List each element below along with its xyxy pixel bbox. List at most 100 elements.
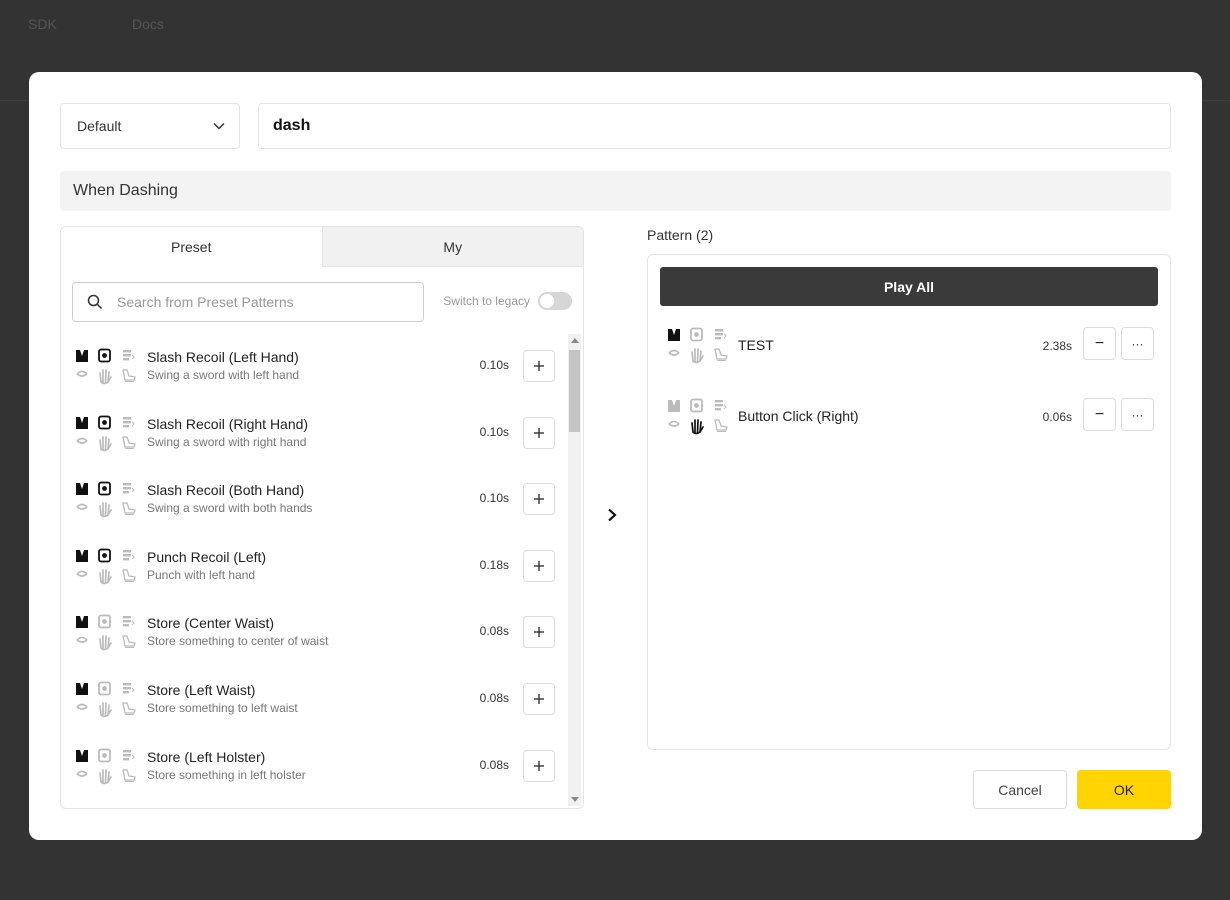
list-item[interactable]: Store (Center Waist) Store something to … — [61, 600, 567, 667]
preset-title: Store (Center Waist) — [147, 615, 275, 632]
preset-description: Store something in left holster — [147, 767, 306, 782]
list-item[interactable]: Store (Left Waist) Store something to le… — [61, 667, 567, 734]
hand-icon — [99, 635, 112, 651]
vest-icon — [76, 616, 88, 629]
arms-icon — [123, 682, 135, 694]
hand-icon — [99, 768, 112, 784]
tactal-icon — [98, 481, 111, 496]
foot-icon — [122, 569, 136, 582]
add-button[interactable] — [523, 483, 555, 516]
search-input[interactable] — [115, 293, 399, 311]
tactal-icon — [690, 398, 703, 413]
foot-icon — [122, 502, 136, 516]
legacy-switch-group: Switch to legacy — [443, 292, 572, 310]
list-item[interactable]: Slash Recoil (Both Hand) Swing a sword w… — [61, 467, 567, 534]
add-button[interactable] — [523, 682, 555, 715]
foot-icon — [122, 435, 136, 449]
pattern-item[interactable]: TEST 2.38s − ··· — [648, 327, 1170, 387]
arms-icon — [123, 749, 135, 760]
pattern-item[interactable]: Button Click (Right) 0.06s − ··· — [648, 398, 1170, 458]
pattern-title: TEST — [738, 337, 774, 353]
tab-my[interactable]: My — [321, 227, 583, 267]
hand-icon — [99, 435, 112, 451]
event-title: When Dashing — [73, 182, 178, 199]
chevron-right-icon[interactable] — [607, 508, 617, 522]
head-icon — [76, 437, 88, 444]
preset-scrollbar[interactable] — [568, 334, 581, 806]
ok-button[interactable]: OK — [1077, 770, 1171, 809]
head-icon — [76, 570, 88, 577]
preset-title: Store (Left Waist) — [147, 681, 256, 698]
remove-button[interactable]: − — [1083, 327, 1116, 360]
list-item[interactable]: Slash Recoil (Right Hand) Swing a sword … — [61, 401, 567, 468]
foot-icon — [122, 702, 136, 715]
device-icons — [74, 681, 138, 718]
more-button[interactable]: ··· — [1121, 327, 1154, 360]
add-button[interactable] — [523, 416, 555, 449]
arms-icon — [123, 549, 135, 561]
device-select[interactable]: Default — [60, 103, 240, 149]
list-item[interactable]: Punch Recoil (Left) Punch with left hand… — [61, 534, 567, 601]
arms-icon — [715, 329, 727, 340]
pattern-duration: 2.38s — [1042, 339, 1072, 353]
tab-preset[interactable]: Preset — [61, 227, 322, 267]
head-icon — [76, 703, 88, 710]
add-button[interactable] — [523, 350, 555, 382]
add-button[interactable] — [523, 749, 555, 782]
search-row: Switch to legacy — [72, 282, 572, 322]
device-icons — [74, 415, 138, 451]
head-icon — [76, 770, 88, 777]
play-all-button[interactable]: Play All — [660, 267, 1158, 306]
preset-list: Slash Recoil (Left Hand) Swing a sword w… — [61, 334, 567, 808]
hand-icon — [99, 702, 112, 718]
pattern-name-input[interactable] — [258, 103, 1171, 149]
hand-icon — [691, 419, 704, 435]
preset-duration: 0.18s — [479, 557, 509, 572]
legacy-toggle[interactable] — [538, 292, 572, 310]
chevron-down-icon — [213, 122, 225, 130]
head-icon — [76, 503, 88, 510]
foot-icon — [714, 419, 728, 432]
plus-icon — [533, 560, 545, 572]
hand-icon — [99, 502, 112, 518]
search-box[interactable] — [72, 282, 424, 322]
pattern-title: Button Click (Right) — [738, 408, 859, 424]
minus-icon: − — [1094, 405, 1105, 423]
nav-docs[interactable]: Docs — [132, 16, 164, 32]
arms-icon — [123, 350, 135, 361]
scroll-up-icon[interactable] — [571, 338, 579, 343]
plus-icon — [533, 493, 545, 505]
vest-icon — [76, 416, 88, 429]
add-button[interactable] — [523, 549, 555, 582]
add-button[interactable] — [523, 616, 555, 649]
list-item[interactable]: Slash Recoil (Left Hand) Swing a sword w… — [61, 334, 567, 401]
more-icon: ··· — [1131, 407, 1144, 422]
list-item[interactable]: Store (Left Holster) Store something in … — [61, 734, 567, 801]
scroll-down-icon[interactable] — [571, 797, 579, 802]
head-icon — [76, 370, 88, 377]
more-button[interactable]: ··· — [1121, 398, 1154, 431]
toggle-knob — [540, 294, 554, 308]
arms-icon — [715, 400, 727, 411]
device-icons — [74, 348, 138, 385]
preset-title: Slash Recoil (Left Hand) — [147, 349, 299, 365]
nav-sdk[interactable]: SDK — [28, 16, 57, 32]
cancel-button[interactable]: Cancel — [973, 770, 1067, 809]
preset-title: Store (Left Holster) — [147, 748, 266, 765]
preset-duration: 0.10s — [479, 424, 509, 439]
search-icon — [87, 294, 103, 310]
hand-icon — [99, 568, 112, 585]
preset-description: Swing a sword with right hand — [147, 434, 307, 449]
preset-title: Slash Recoil (Right Hand) — [147, 415, 309, 432]
tactal-icon — [98, 614, 111, 629]
foot-icon — [122, 768, 136, 782]
background-nav: SDK Docs — [0, 0, 1230, 48]
remove-button[interactable]: − — [1083, 398, 1116, 431]
preset-tabs: Preset My — [61, 227, 583, 267]
preset-duration: 0.10s — [479, 491, 509, 506]
hand-icon — [691, 348, 704, 364]
device-icons — [74, 481, 138, 518]
plus-icon — [533, 427, 545, 439]
scroll-thumb[interactable] — [569, 350, 580, 432]
device-icons — [666, 327, 730, 367]
